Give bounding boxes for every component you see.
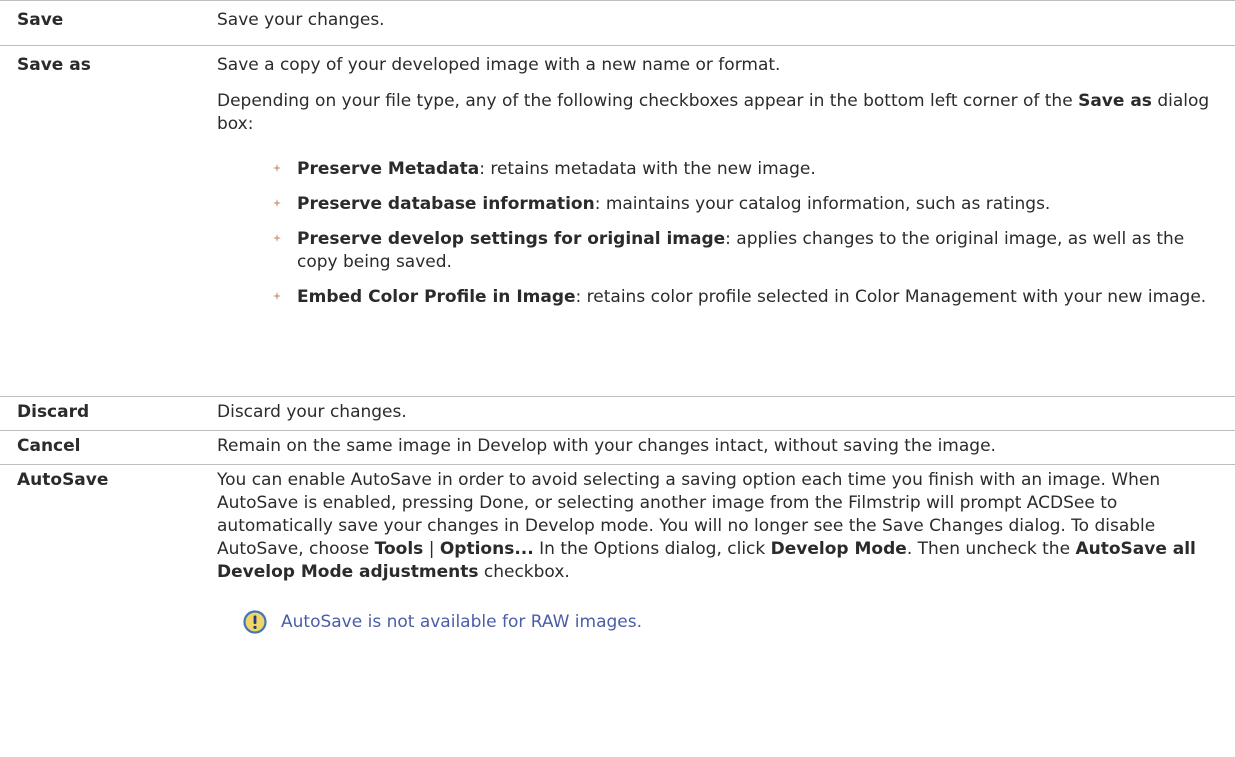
develop-mode-label: Develop Mode	[770, 539, 907, 559]
bullet-term: Preserve develop settings for original i…	[297, 229, 726, 249]
bullet-icon	[273, 164, 281, 172]
note-text: AutoSave is not available for RAW images…	[281, 611, 642, 632]
list-item: Preserve Metadata: retains metadata with…	[273, 158, 1225, 181]
autosave-description: You can enable AutoSave in order to avoi…	[217, 469, 1225, 584]
bullet-text: : retains metadata with the new image.	[479, 159, 816, 179]
term-cancel: Cancel	[17, 436, 81, 456]
list-item: Preserve database information: maintains…	[273, 193, 1225, 216]
bullet-term: Embed Color Profile in Image	[297, 287, 576, 307]
intro-text-a: Depending on your file type, any of the …	[217, 91, 1079, 111]
table-row-autosave: AutoSave You can enable AutoSave in orde…	[0, 464, 1235, 756]
term-save: Save	[17, 10, 64, 30]
bullet-icon	[273, 234, 281, 242]
intro-bold: Save as	[1078, 91, 1152, 111]
term-discard: Discard	[17, 402, 90, 422]
menu-options: Options...	[439, 539, 534, 559]
bullet-term: Preserve Metadata	[297, 159, 480, 179]
table-row-cancel: Cancel Remain on the same image in Devel…	[0, 430, 1235, 464]
note-callout: AutoSave is not available for RAW images…	[217, 610, 1225, 634]
list-item: Embed Color Profile in Image: retains co…	[273, 286, 1225, 309]
desc-cancel: Remain on the same image in Develop with…	[217, 436, 996, 456]
term-autosave: AutoSave	[17, 470, 109, 490]
autosave-text-4: . Then uncheck the	[906, 539, 1076, 559]
menu-tools: Tools	[374, 539, 424, 559]
bullet-term: Preserve database information	[297, 194, 595, 214]
desc-discard: Discard your changes.	[217, 402, 407, 422]
autosave-text-3: In the Options dialog, click	[533, 539, 771, 559]
options-table: Save Save your changes. Save as Save a c…	[0, 0, 1235, 756]
checkbox-options-list: Preserve Metadata: retains metadata with…	[217, 158, 1225, 309]
list-item: Preserve develop settings for original i…	[273, 228, 1225, 274]
exclamation-info-icon	[243, 610, 267, 634]
table-row-discard: Discard Discard your changes.	[0, 396, 1235, 430]
table-row-save: Save Save your changes.	[0, 0, 1235, 45]
bullet-icon	[273, 199, 281, 207]
save-as-summary: Save a copy of your developed image with…	[217, 55, 781, 75]
term-save-as: Save as	[17, 55, 91, 75]
table-row-save-as: Save as Save a copy of your developed im…	[0, 45, 1235, 396]
save-as-intro: Depending on your file type, any of the …	[217, 90, 1225, 136]
bullet-text: : maintains your catalog information, su…	[594, 194, 1051, 214]
desc-save: Save your changes.	[217, 10, 385, 30]
autosave-separator: |	[423, 539, 440, 559]
bullet-icon	[273, 292, 281, 300]
desc-save-as: Save a copy of your developed image with…	[200, 46, 1235, 396]
autosave-text-5: checkbox.	[478, 562, 570, 582]
desc-autosave: You can enable AutoSave in order to avoi…	[200, 465, 1235, 756]
bullet-text: : retains color profile selected in Colo…	[575, 287, 1207, 307]
